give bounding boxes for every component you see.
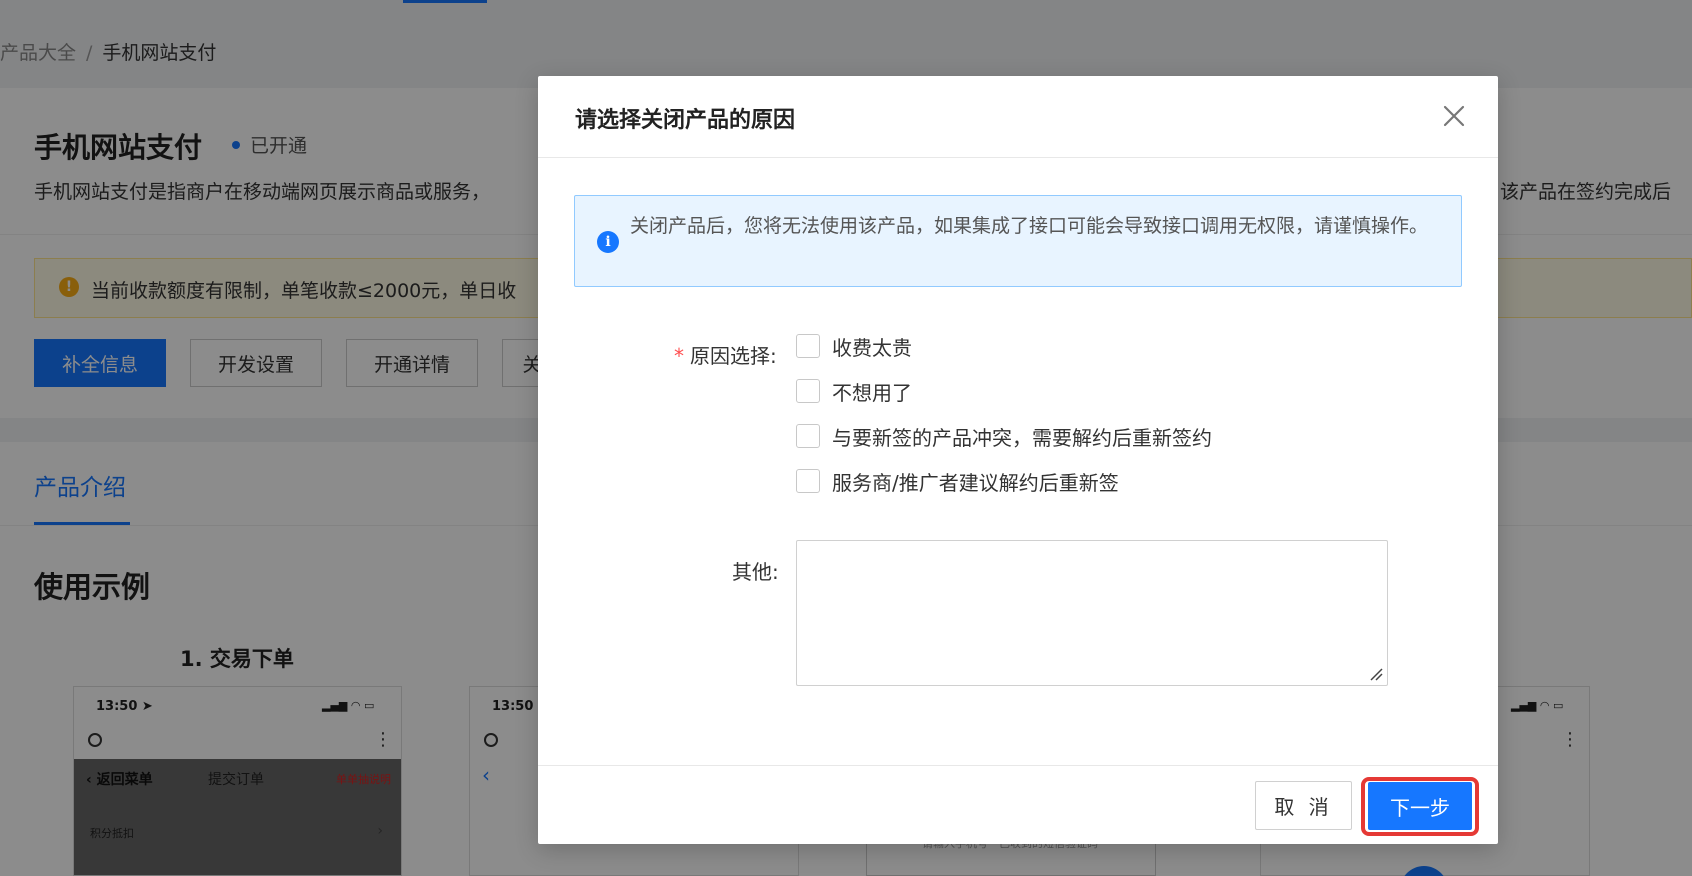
checkbox[interactable] [796, 334, 820, 358]
modal-footer [538, 765, 1498, 844]
checkbox[interactable] [796, 424, 820, 448]
cancel-button[interactable]: 取 消 [1255, 781, 1352, 830]
reason-option-conflict[interactable]: 与要新签的产品冲突，需要解约后重新签约 [796, 422, 1212, 450]
modal-header: 请选择关闭产品的原因 [538, 76, 1498, 158]
checkbox[interactable] [796, 469, 820, 493]
reason-option-no-longer-use[interactable]: 不想用了 [796, 377, 912, 405]
reason-option-label: 收费太贵 [832, 335, 912, 360]
resize-grip-icon[interactable] [1368, 666, 1384, 682]
next-step-button[interactable]: 下一步 [1368, 782, 1472, 830]
reason-option-label: 不想用了 [832, 380, 912, 405]
info-icon: i [597, 231, 619, 253]
close-icon[interactable] [1438, 100, 1470, 132]
reason-option-label: 与要新签的产品冲突，需要解约后重新签约 [832, 425, 1212, 450]
reason-option-expensive[interactable]: 收费太贵 [796, 332, 912, 360]
other-reason-textarea[interactable] [796, 540, 1388, 686]
other-label: 其他: [732, 560, 779, 584]
info-alert: i 关闭产品后，您将无法使用该产品，如果集成了接口可能会导致接口调用无权限，请谨… [574, 195, 1462, 287]
reason-option-partner-advice[interactable]: 服务商/推广者建议解约后重新签 [796, 467, 1119, 495]
required-star-icon: * [674, 344, 684, 368]
modal-title: 请选择关闭产品的原因 [575, 108, 796, 133]
close-reason-modal: 请选择关闭产品的原因 i 关闭产品后，您将无法使用该产品，如果集成了接口可能会导… [538, 76, 1498, 844]
checkbox[interactable] [796, 379, 820, 403]
reason-option-label: 服务商/推广者建议解约后重新签 [832, 470, 1119, 495]
reason-label: * 原因选择: [674, 344, 777, 368]
info-alert-text: 关闭产品后，您将无法使用该产品，如果集成了接口可能会导致接口调用无权限，请谨慎操… [630, 215, 1429, 237]
